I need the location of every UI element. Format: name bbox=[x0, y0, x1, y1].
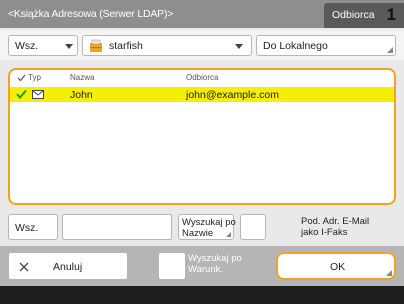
title-bar: <Książka Adresowa (Serwer LDAP)> Odbiorc… bbox=[0, 0, 404, 28]
recipient-tab-label: Odbiorca bbox=[332, 9, 375, 21]
column-type: Typ bbox=[28, 73, 41, 82]
search-all-label: Wsz. bbox=[15, 222, 39, 234]
cancel-label: Anuluj bbox=[53, 261, 83, 273]
search-all-button[interactable]: Wsz. bbox=[8, 214, 58, 240]
column-recipient: Odbiorca bbox=[186, 73, 219, 82]
check-column-icon bbox=[17, 74, 26, 82]
search-row: Wsz. Wyszukaj po Nazwie Pod. Adr. E-Mail… bbox=[0, 210, 404, 244]
show-email-checkbox[interactable] bbox=[240, 214, 266, 240]
to-local-button[interactable]: Do Lokalnego bbox=[256, 35, 396, 56]
search-scope-value: Wsz. bbox=[15, 40, 39, 52]
search-condition-label: Wyszukaj po Warunk. bbox=[188, 253, 242, 275]
chevron-down-icon bbox=[65, 44, 73, 49]
chevron-down-icon bbox=[235, 44, 243, 49]
row-recipient: john@example.com bbox=[186, 89, 279, 101]
search-input[interactable] bbox=[62, 214, 172, 240]
row-name: John bbox=[70, 89, 93, 101]
close-icon bbox=[19, 262, 29, 272]
server-select[interactable]: starfish bbox=[82, 35, 252, 56]
status-strip bbox=[0, 286, 404, 304]
footer-bar: Anuluj Wyszukaj po Warunk. OK bbox=[0, 246, 404, 286]
list-header: Typ Nazwa Odbiorca bbox=[10, 70, 394, 86]
corner-arrow-icon bbox=[226, 232, 231, 237]
recipient-tab[interactable]: Odbiorca 1 bbox=[324, 3, 404, 28]
recipient-count: 1 bbox=[386, 5, 396, 24]
address-list[interactable]: Typ Nazwa Odbiorca John john@example.com bbox=[8, 68, 396, 205]
ok-button[interactable]: OK bbox=[276, 252, 396, 280]
search-by-name-button[interactable]: Wyszukaj po Nazwie bbox=[178, 214, 236, 240]
to-local-label: Do Lokalnego bbox=[263, 40, 328, 52]
search-condition-checkbox[interactable] bbox=[158, 252, 186, 280]
search-scope-select[interactable]: Wsz. bbox=[8, 35, 78, 56]
envelope-icon bbox=[32, 90, 44, 99]
show-email-label: Pod. Adr. E-Mail jako I-Faks bbox=[301, 216, 370, 238]
checkmark-icon bbox=[16, 89, 27, 99]
page-title: <Książka Adresowa (Serwer LDAP)> bbox=[8, 8, 174, 20]
corner-arrow-icon bbox=[387, 47, 393, 53]
address-book-icon bbox=[90, 39, 102, 52]
ok-label: OK bbox=[330, 261, 346, 273]
cancel-button[interactable]: Anuluj bbox=[8, 252, 128, 280]
table-row[interactable]: John john@example.com bbox=[10, 87, 394, 102]
column-name: Nazwa bbox=[70, 73, 95, 82]
server-select-value: starfish bbox=[109, 40, 143, 52]
toolbar: Wsz. starfish Do Lokalnego bbox=[0, 30, 404, 60]
corner-arrow-icon bbox=[386, 270, 392, 276]
